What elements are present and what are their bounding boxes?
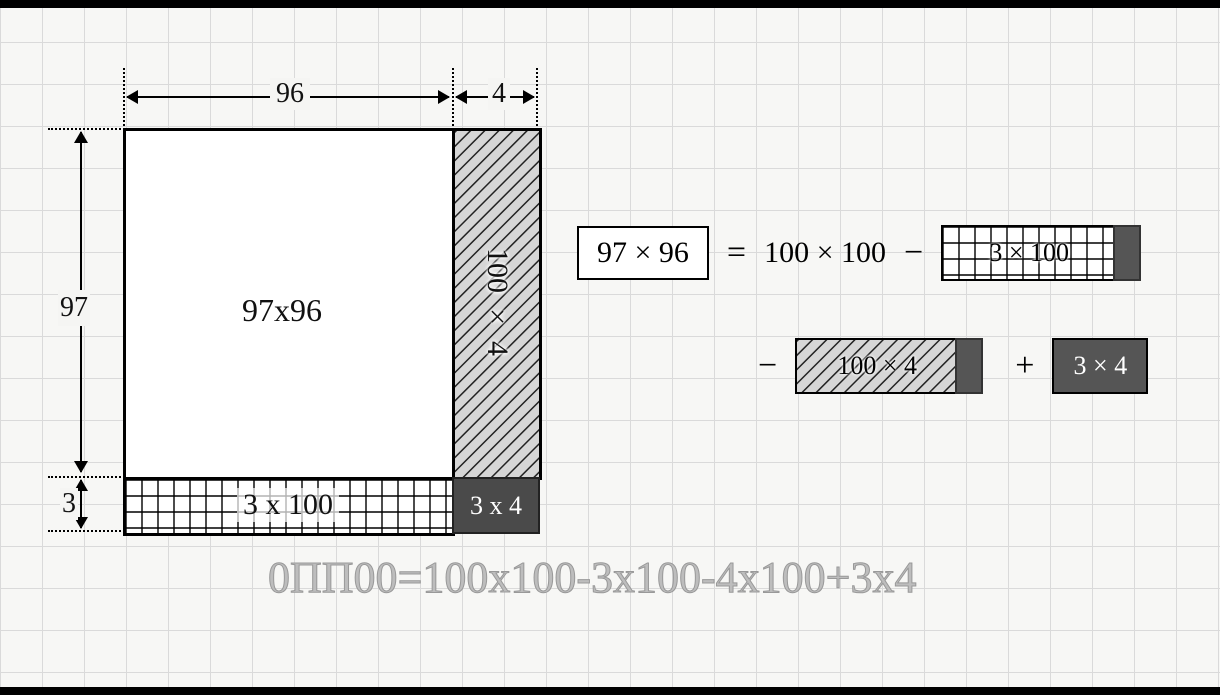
eq-lhs-box: 97 × 96 xyxy=(577,226,709,280)
caption-prefix: 0ПП00 xyxy=(268,553,398,602)
area-main-label: 97x96 xyxy=(242,292,322,329)
equation-row-2: − 100 × 4 + 3 × 4 xyxy=(758,338,1148,394)
guide-h1 xyxy=(48,128,125,130)
dim-label-3: 3 xyxy=(60,488,78,520)
dim-label-96: 96 xyxy=(270,78,310,110)
eq-t4-box: 3 × 4 xyxy=(1052,338,1148,394)
area-bottom-label: 3 x 100 xyxy=(237,488,339,522)
eq-plus: + xyxy=(1015,347,1034,385)
dim-label-4: 4 xyxy=(488,78,510,110)
eq-t2-tail xyxy=(1113,225,1141,281)
area-corner-label: 3 x 4 xyxy=(470,491,522,521)
eq-t3-label: 100 × 4 xyxy=(797,351,957,381)
eq-minus-2: − xyxy=(758,347,777,385)
eq-t1: 100 × 100 xyxy=(764,236,886,270)
eq-minus-1: − xyxy=(904,234,923,272)
eq-equals: = xyxy=(727,234,746,272)
dim-arrow-3 xyxy=(80,480,82,528)
guide-v2 xyxy=(452,68,454,130)
area-corner-box: 3 x 4 xyxy=(452,477,540,534)
diagram-canvas: 96 4 97 3 97x96 100 × 4 3 x 100 3 x 4 xyxy=(0,0,1220,695)
area-right-label: 100 × 4 xyxy=(480,248,514,356)
guide-v3 xyxy=(536,68,538,130)
guide-v1 xyxy=(123,68,125,130)
guide-h2 xyxy=(48,476,125,478)
eq-t2-label: 3 × 100 xyxy=(943,238,1115,268)
eq-t3-box: 100 × 4 xyxy=(795,338,959,394)
eq-lhs: 97 × 96 xyxy=(597,236,689,269)
eq-t3-tail xyxy=(955,338,983,394)
equation-row-1: 97 × 96 = 100 × 100 − 3 × 100 xyxy=(577,225,1117,281)
dim-label-97: 97 xyxy=(58,290,90,326)
caption-text: 0ПП00=100x100-3x100-4x100+3x4 xyxy=(268,552,917,603)
eq-t2-box: 3 × 100 xyxy=(941,225,1117,281)
caption-rest: =100x100-3x100-4x100+3x4 xyxy=(398,553,917,602)
eq-t4-label: 3 × 4 xyxy=(1074,351,1128,381)
guide-h3 xyxy=(48,530,125,532)
